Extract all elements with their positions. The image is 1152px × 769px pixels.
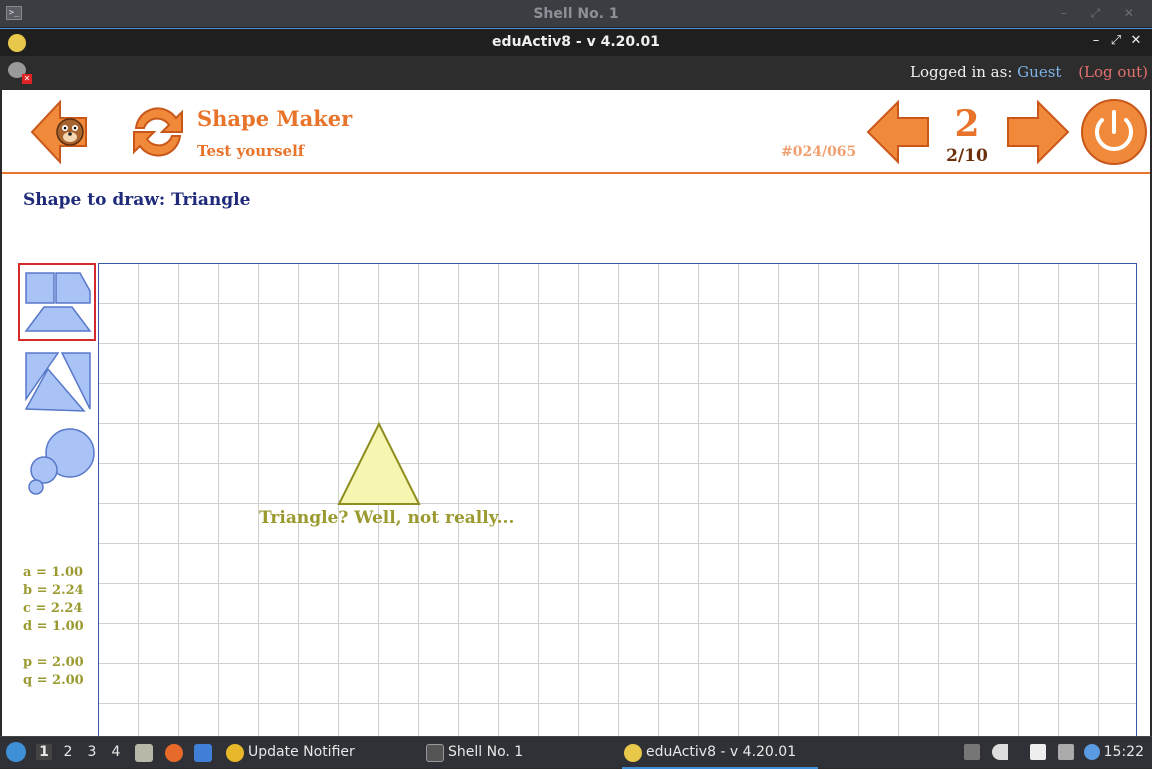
volume-icon[interactable] [992,744,1008,760]
network-icon[interactable] [1058,744,1074,760]
app-top-bar: ✕ Logged in as: Guest (Log out) [0,56,1152,90]
maximize-button[interactable]: ⤢ [1106,33,1126,48]
drawing-grid[interactable]: Triangle? Well, not really... [98,263,1137,736]
shell-window-title: Shell No. 1 [533,6,619,22]
minimize-button[interactable]: – [1086,33,1106,48]
login-user: Guest [1017,63,1062,81]
tray-up-icon[interactable] [964,744,980,760]
update-notifier-icon [226,744,244,762]
task-instruction: Shape to draw: Triangle [23,190,251,210]
start-menu-icon[interactable] [6,742,26,762]
level-progress: 2/10 [946,146,988,166]
feedback-message: Triangle? Well, not really... [259,508,515,528]
workspace-2[interactable]: 2 [60,744,76,760]
previous-level-button[interactable] [864,98,932,166]
eduactiv8-icon [624,744,642,762]
clipboard-icon[interactable] [1030,744,1046,760]
measure-c: c = 2.24 [23,601,83,616]
task-eduactiv8-label: eduActiv8 - v 4.20.01 [646,744,797,760]
task-shell-label: Shell No. 1 [448,744,524,760]
refresh-icon[interactable] [124,98,192,166]
activity-header: Shape Maker Test yourself #024/065 2 2/1… [2,90,1150,174]
logout-link[interactable]: (Log out) [1078,63,1148,81]
desktop-icon[interactable] [194,744,212,762]
circle-tool-button[interactable] [18,427,96,505]
workspace-3[interactable]: 3 [84,744,100,760]
measure-p: p = 2.00 [23,655,84,670]
measure-d: d = 1.00 [23,619,84,634]
firefox-icon[interactable] [165,744,183,762]
shell-window-titlebar[interactable]: >_ Shell No. 1 – ⤢ ✕ [0,0,1152,28]
app-main-area: Shape Maker Test yourself #024/065 2 2/1… [2,90,1150,736]
app-window-title: eduActiv8 - v 4.20.01 [492,34,660,50]
triangle-tool-button[interactable] [18,347,96,425]
activity-subtitle: Test yourself [197,142,305,160]
clock: 15:22 [1103,744,1144,760]
task-update-notifier-label: Update Notifier [248,744,355,760]
file-manager-icon[interactable] [135,744,153,762]
login-status: Logged in as: Guest (Log out) [910,63,1148,81]
task-eduactiv8[interactable]: eduActiv8 - v 4.20.01 [622,737,818,769]
measure-b: b = 2.24 [23,583,84,598]
drawn-triangle[interactable] [337,421,421,505]
sound-muted-icon[interactable]: ✕ [8,62,32,84]
quadrilateral-shapes-icon [24,272,92,332]
shape-measurements: a = 1.00 b = 2.24 c = 2.24 d = 1.00 p = … [23,564,84,690]
terminal-icon [426,744,444,762]
back-to-menu-button[interactable] [30,98,90,166]
circle-shapes-icon [28,428,95,495]
level-number: 2 [954,103,980,145]
next-level-button[interactable] [1004,98,1072,166]
triangle-shapes-icon [24,352,91,412]
shell-window-controls[interactable]: – ⤢ ✕ [1061,6,1144,21]
activity-title: Shape Maker [197,106,353,131]
workspace-4[interactable]: 4 [108,744,124,760]
level-code: #024/065 [781,144,857,160]
app-window-titlebar[interactable]: eduActiv8 - v 4.20.01 – ⤢ ✕ [0,28,1152,56]
close-button[interactable]: ✕ [1126,33,1146,48]
quadrilateral-tool-button[interactable] [18,263,96,341]
drawn-shape-canvas [337,421,421,505]
taskbar: 1 2 3 4 Update Notifier Shell No. 1 eduA… [0,736,1152,769]
task-shell[interactable]: Shell No. 1 [424,737,523,769]
workspace-1[interactable]: 1 [36,744,52,760]
login-prefix: Logged in as: [910,63,1013,81]
notification-icon[interactable] [1084,744,1100,760]
task-update-notifier[interactable]: Update Notifier [224,737,355,769]
measure-a: a = 1.00 [23,565,84,580]
power-icon[interactable] [1080,98,1148,166]
measure-q: q = 2.00 [23,673,84,688]
